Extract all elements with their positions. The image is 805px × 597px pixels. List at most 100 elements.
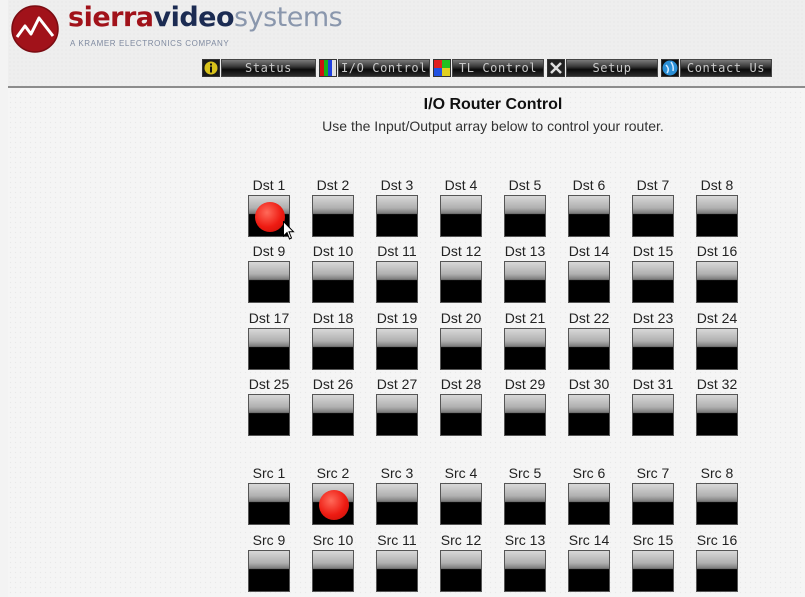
destination-button[interactable] xyxy=(312,328,354,370)
destination-button[interactable] xyxy=(504,261,546,303)
destination-button[interactable] xyxy=(440,328,482,370)
destination-cell: Dst 7 xyxy=(621,176,685,242)
destination-button[interactable] xyxy=(696,328,738,370)
page-subtitle: Use the Input/Output array below to cont… xyxy=(322,118,664,134)
destination-cell: Dst 25 xyxy=(237,375,301,441)
destination-cell: Dst 21 xyxy=(493,309,557,375)
destination-label: Dst 21 xyxy=(504,310,546,326)
destination-button[interactable] xyxy=(312,195,354,237)
nav-tl-control-label[interactable]: TL Control xyxy=(452,59,544,77)
destination-button[interactable] xyxy=(632,195,674,237)
destination-button[interactable] xyxy=(440,195,482,237)
destination-button[interactable] xyxy=(568,261,610,303)
source-button[interactable] xyxy=(568,550,610,592)
source-button[interactable] xyxy=(248,483,290,525)
destination-button[interactable] xyxy=(248,394,290,436)
nav-tl-control[interactable]: TL Control xyxy=(433,57,544,79)
nav-io-control[interactable]: I/O Control xyxy=(319,57,430,79)
source-label: Src 1 xyxy=(252,465,286,481)
destination-label: Dst 27 xyxy=(376,376,418,392)
destination-cell: Dst 5 xyxy=(493,176,557,242)
destination-cell: Dst 15 xyxy=(621,242,685,308)
destination-button[interactable] xyxy=(376,195,418,237)
destination-button[interactable] xyxy=(696,261,738,303)
source-button[interactable] xyxy=(376,550,418,592)
destination-cell: Dst 3 xyxy=(365,176,429,242)
destination-label: Dst 13 xyxy=(504,243,546,259)
source-cell: Src 9 xyxy=(237,531,301,597)
source-button[interactable] xyxy=(568,483,610,525)
destination-button[interactable] xyxy=(248,261,290,303)
destination-button[interactable] xyxy=(504,328,546,370)
nav-contact-us-label[interactable]: Contact Us xyxy=(680,59,772,77)
destination-button[interactable] xyxy=(504,394,546,436)
source-button[interactable] xyxy=(504,483,546,525)
destination-cell: Dst 14 xyxy=(557,242,621,308)
destination-button[interactable] xyxy=(568,328,610,370)
source-label: Src 13 xyxy=(504,532,546,548)
nav-status[interactable]: Status xyxy=(202,57,316,79)
destination-cell: Dst 31 xyxy=(621,375,685,441)
selected-indicator xyxy=(255,202,285,232)
destination-label: Dst 30 xyxy=(568,376,610,392)
destination-button[interactable] xyxy=(312,261,354,303)
color-blocks-icon xyxy=(433,59,451,77)
source-cell: Src 2 xyxy=(301,464,365,530)
destination-button[interactable] xyxy=(504,195,546,237)
tools-icon xyxy=(547,59,565,77)
destination-button[interactable] xyxy=(248,328,290,370)
source-button[interactable] xyxy=(248,550,290,592)
source-button[interactable] xyxy=(696,550,738,592)
source-button[interactable] xyxy=(312,550,354,592)
nav-status-label[interactable]: Status xyxy=(221,59,316,77)
destination-label: Dst 5 xyxy=(508,177,542,193)
source-button[interactable] xyxy=(376,483,418,525)
destination-button[interactable] xyxy=(568,195,610,237)
source-label: Src 15 xyxy=(632,532,674,548)
destination-button[interactable] xyxy=(696,195,738,237)
source-button[interactable] xyxy=(632,483,674,525)
brand-part-systems: systems xyxy=(234,2,343,33)
source-button[interactable] xyxy=(504,550,546,592)
source-button[interactable] xyxy=(312,483,354,525)
destination-button[interactable] xyxy=(632,394,674,436)
source-cell: Src 4 xyxy=(429,464,493,530)
destination-label: Dst 20 xyxy=(440,310,482,326)
source-cell: Src 7 xyxy=(621,464,685,530)
globe-icon xyxy=(661,59,679,77)
nav-setup-label[interactable]: Setup xyxy=(566,59,658,77)
source-button[interactable] xyxy=(440,483,482,525)
destination-button[interactable] xyxy=(632,261,674,303)
destination-button[interactable] xyxy=(696,394,738,436)
source-button[interactable] xyxy=(696,483,738,525)
nav-contact-us[interactable]: Contact Us xyxy=(661,57,772,79)
info-icon xyxy=(202,59,220,77)
source-label: Src 16 xyxy=(696,532,738,548)
source-cell: Src 12 xyxy=(429,531,493,597)
destination-button[interactable] xyxy=(376,328,418,370)
source-label: Src 2 xyxy=(316,465,350,481)
source-label: Src 3 xyxy=(380,465,414,481)
source-label: Src 7 xyxy=(636,465,670,481)
destination-cell: Dst 17 xyxy=(237,309,301,375)
destination-cell: Dst 28 xyxy=(429,375,493,441)
destination-button[interactable] xyxy=(632,328,674,370)
selected-indicator xyxy=(319,490,349,520)
destination-button[interactable] xyxy=(376,261,418,303)
destination-button[interactable] xyxy=(312,394,354,436)
destination-cell: Dst 23 xyxy=(621,309,685,375)
destination-label: Dst 29 xyxy=(504,376,546,392)
source-label: Src 11 xyxy=(377,532,417,548)
source-button[interactable] xyxy=(440,550,482,592)
sierra-logo-icon xyxy=(11,5,59,53)
destination-button[interactable] xyxy=(568,394,610,436)
nav-setup[interactable]: Setup xyxy=(547,57,658,79)
page-background: sierravideosystems A KRAMER ELECTRONICS … xyxy=(8,0,805,597)
destination-button[interactable] xyxy=(440,394,482,436)
source-button[interactable] xyxy=(632,550,674,592)
rgb-bars-icon xyxy=(319,59,337,77)
nav-io-control-label[interactable]: I/O Control xyxy=(338,59,430,77)
destination-button[interactable] xyxy=(440,261,482,303)
destination-label: Dst 15 xyxy=(632,243,674,259)
destination-button[interactable] xyxy=(376,394,418,436)
